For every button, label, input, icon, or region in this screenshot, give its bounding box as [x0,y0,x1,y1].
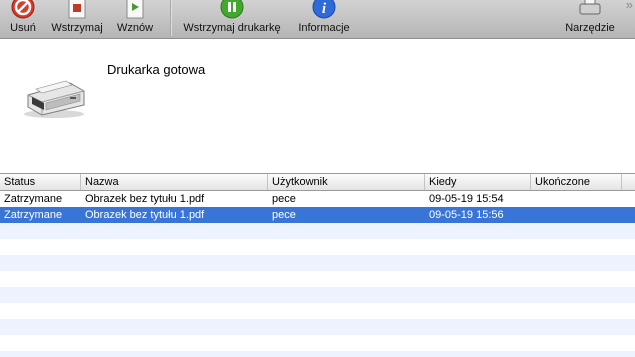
column-header-user[interactable]: Użytkownik [268,174,425,190]
empty-row [0,351,635,357]
empty-row [0,239,635,255]
table-row[interactable]: Zatrzymane Obrazek bez tytułu 1.pdf pece… [0,191,635,207]
toolbar: Usuń Wstrzymaj Wznów Wstrzymaj drukarkę … [0,0,635,39]
empty-row [0,255,635,271]
info-button-label: Informacje [298,22,350,34]
hold-job-button-label: Wstrzymaj [51,22,103,34]
column-header-when[interactable]: Kiedy [425,174,531,190]
cell-user: pece [272,209,296,221]
resume-job-button[interactable]: Wznów [110,0,160,38]
toolbar-separator [170,0,172,36]
cell-name: Obrazek bez tytułu 1.pdf [85,209,205,221]
jobs-table: Status Nazwa Użytkownik Kiedy Ukończone … [0,173,635,357]
info-button[interactable]: i Informacje [292,0,356,38]
cell-status: Zatrzymane [4,193,63,205]
resume-job-button-label: Wznów [116,22,154,34]
printer-status-area: Drukarka gotowa [0,39,635,173]
printer-status-text: Drukarka gotowa [107,62,206,77]
column-header-completed[interactable]: Ukończone [531,174,622,190]
hold-job-button[interactable]: Wstrzymaj [46,0,108,38]
resume-job-icon [126,0,144,19]
cell-when: 09-05-19 15:56 [429,209,504,221]
pause-printer-icon [220,0,244,19]
column-header-status[interactable]: Status [0,174,81,190]
table-header: Status Nazwa Użytkownik Kiedy Ukończone [0,173,635,191]
empty-row [0,271,635,287]
printer-icon [22,77,88,119]
column-header-name[interactable]: Nazwa [81,174,268,190]
delete-button[interactable]: Usuń [0,0,46,38]
empty-row [0,303,635,319]
info-icon: i [312,0,336,19]
printer-utility-button[interactable]: Narzędzie [558,0,622,38]
empty-row [0,319,635,335]
delete-button-label: Usuń [10,22,36,34]
pause-printer-button-label: Wstrzymaj drukarkę [183,22,281,34]
empty-row [0,223,635,239]
table-row-selected[interactable]: Zatrzymane Obrazek bez tytułu 1.pdf pece… [0,207,635,223]
table-body: Zatrzymane Obrazek bez tytułu 1.pdf pece… [0,191,635,357]
cell-user: pece [272,193,296,205]
cell-when: 09-05-19 15:54 [429,193,504,205]
empty-row [0,335,635,351]
cell-status: Zatrzymane [4,209,63,221]
empty-row [0,287,635,303]
printer-utility-button-label: Narzędzie [565,22,615,34]
delete-icon [11,0,35,19]
pause-printer-button[interactable]: Wstrzymaj drukarkę [176,0,288,38]
column-header-filler [622,174,635,190]
printer-utility-icon [579,0,601,15]
hold-job-icon [68,0,86,19]
toolbar-overflow-icon[interactable]: » [626,0,633,12]
cell-name: Obrazek bez tytułu 1.pdf [85,193,205,205]
